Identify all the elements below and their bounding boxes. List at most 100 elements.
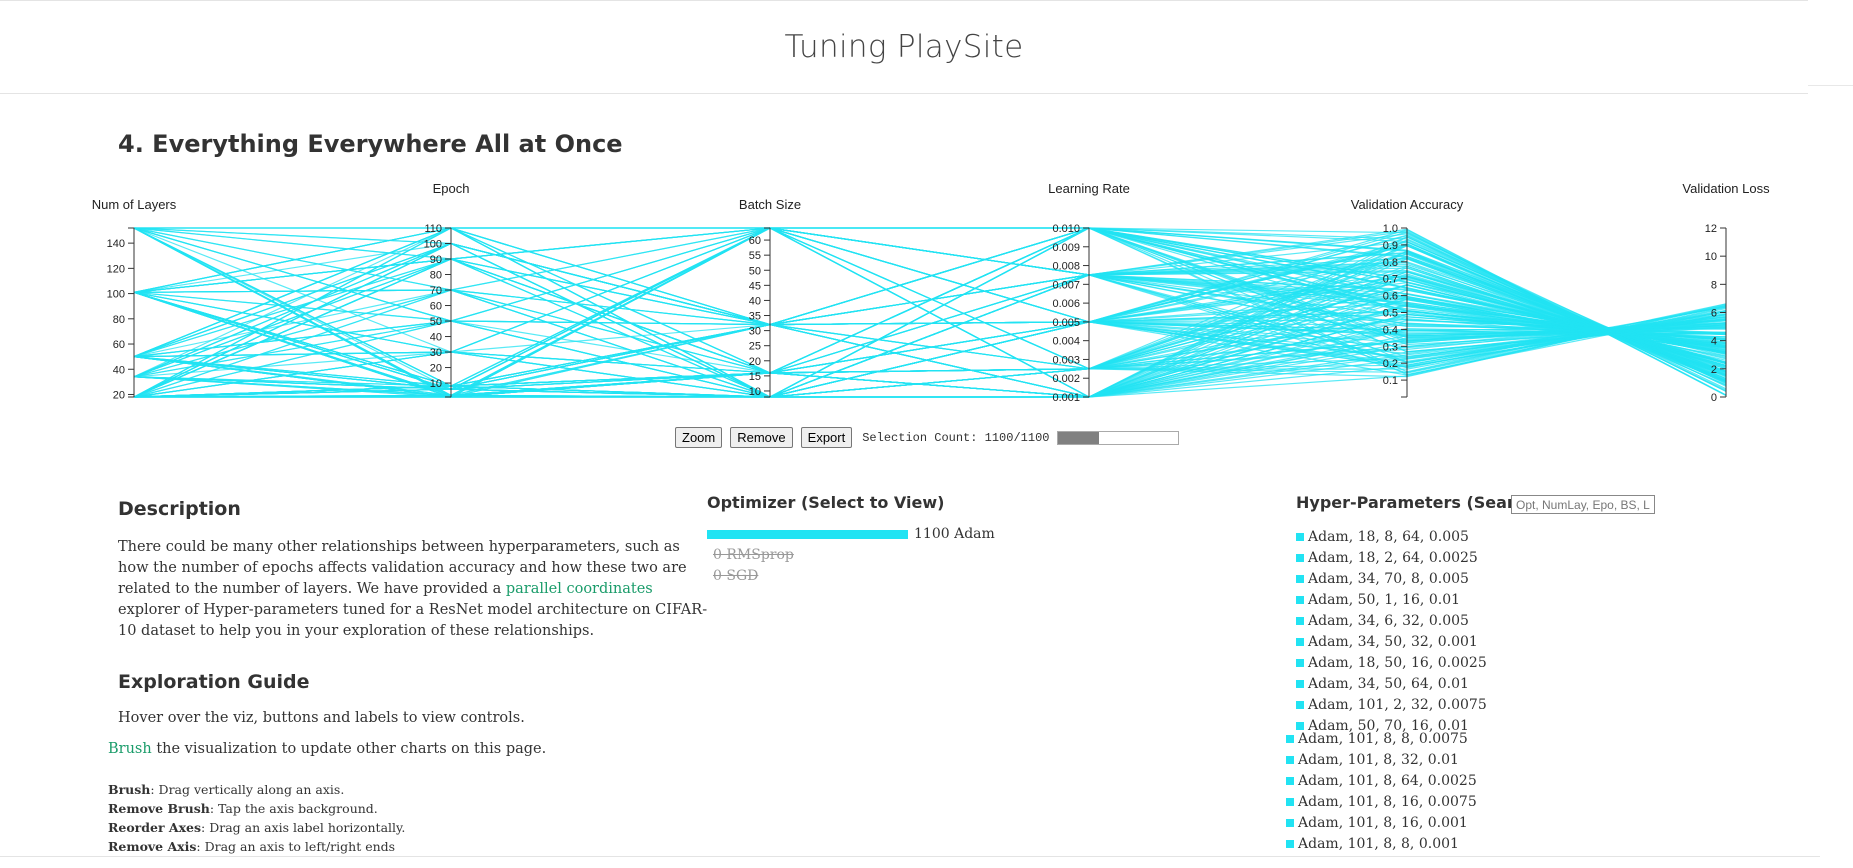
hyperparameter-item[interactable]: Adam, 34, 70, 8, 0.005 <box>1296 568 1487 589</box>
export-button[interactable]: Export <box>800 427 853 448</box>
axis-tick-label: 0.1 <box>1383 375 1398 387</box>
axis-tick-label: 120 <box>107 263 125 275</box>
guide-instructions: Brush: Drag vertically along an axis. Re… <box>108 780 405 856</box>
color-swatch <box>1286 734 1294 743</box>
parallel-coordinates-chart[interactable]: Num of Layers 20 40 60 80 100 120 140 Epoch 10 20 3… <box>0 180 1853 405</box>
color-swatch <box>1296 658 1304 667</box>
axis-tick-label: 2 <box>1711 364 1717 376</box>
chart-controls: Zoom Remove Export Selection Count: 1100… <box>675 427 1180 448</box>
axis-tick-label: 0.3 <box>1383 341 1398 353</box>
axis-tick-label: 55 <box>749 250 761 262</box>
axis-tick-label: 0.5 <box>1383 308 1398 320</box>
axis-title[interactable]: Learning Rate <box>1048 181 1130 196</box>
hyperparameter-item-label: Adam, 34, 50, 32, 0.001 <box>1308 633 1478 650</box>
hyperparameter-item[interactable]: Adam, 101, 8, 8, 0.0075 <box>1286 728 1477 749</box>
hyperparameter-item-label: Adam, 50, 1, 16, 0.01 <box>1308 591 1461 608</box>
brush-link[interactable]: Brush <box>108 741 152 757</box>
axis-tick-label: 0.6 <box>1383 291 1398 303</box>
axis-tick-label: 0.010 <box>1052 223 1080 235</box>
hyperparameter-item[interactable]: Adam, 18, 2, 64, 0.0025 <box>1296 547 1487 568</box>
selection-progress-bar <box>1057 430 1180 445</box>
axis-title[interactable]: Num of Layers <box>92 197 177 212</box>
hyperparameter-item[interactable]: Adam, 101, 8, 64, 0.0025 <box>1286 770 1477 791</box>
color-swatch <box>1296 700 1304 709</box>
hyperparameter-item[interactable]: Adam, 50, 1, 16, 0.01 <box>1296 589 1487 610</box>
axis-tick-label: 10 <box>749 386 761 398</box>
guide-brush-desc: the visualization to update other charts… <box>151 741 547 757</box>
hyperparameter-item[interactable]: Adam, 101, 8, 32, 0.01 <box>1286 749 1477 770</box>
axis-tick-label: 10 <box>1705 251 1717 263</box>
axis-tick-label: 0.002 <box>1052 373 1080 385</box>
guide-brush-text: Brush the visualization to update other … <box>108 741 546 757</box>
axis-tick-label: 0.4 <box>1383 324 1398 336</box>
axis-tick-label: 40 <box>749 295 761 307</box>
selection-progress-fill <box>1058 431 1100 444</box>
hyperparameter-item-label: Adam, 101, 2, 32, 0.0075 <box>1308 696 1487 713</box>
axis-tick-label: 0.005 <box>1052 317 1080 329</box>
header-divider <box>1808 85 1853 86</box>
hyperparameter-item-label: Adam, 18, 8, 64, 0.005 <box>1308 528 1469 545</box>
footer-divider <box>0 856 1820 857</box>
hyperparameter-search-input[interactable] <box>1511 495 1655 514</box>
hyperparameter-item[interactable]: Adam, 34, 6, 32, 0.005 <box>1296 610 1487 631</box>
axis-tick-label: 20 <box>430 363 442 375</box>
axis-tick-label: 60 <box>430 301 442 313</box>
axis-tick-label: 30 <box>749 326 761 338</box>
axis-tick-label: 0.8 <box>1383 257 1398 269</box>
data-lines[interactable] <box>133 227 1727 398</box>
guide-item-brush: Brush: Drag vertically along an axis. <box>108 782 345 797</box>
axis-tick-label: 1.0 <box>1383 223 1398 235</box>
axis-tick-label: 8 <box>1711 279 1717 291</box>
description-title: Description <box>118 498 241 520</box>
axis-tick-label: 15 <box>749 371 761 383</box>
optimizer-item-adam[interactable]: 1100 Adam <box>707 526 995 542</box>
hyperparameter-item[interactable]: Adam, 101, 8, 8, 0.001 <box>1286 833 1477 854</box>
hyperparameters-title: Hyper-Parameters (Search) <box>1296 493 1544 512</box>
hyperparameter-item[interactable]: Adam, 101, 2, 32, 0.0075 <box>1296 694 1487 715</box>
axis-tick-label: 50 <box>430 316 442 328</box>
axis-title[interactable]: Batch Size <box>739 197 801 212</box>
zoom-button[interactable]: Zoom <box>675 427 723 448</box>
axis-tick-label: 30 <box>430 347 442 359</box>
hyperparameter-list: Adam, 18, 8, 64, 0.005 Adam, 18, 2, 64, 0… <box>1296 526 1487 736</box>
color-swatch <box>1296 637 1304 646</box>
hyperparameter-item[interactable]: Adam, 18, 8, 64, 0.005 <box>1296 526 1487 547</box>
axis-tick-label: 140 <box>107 238 125 250</box>
optimizer-item-sgd[interactable]: 0 SGD <box>707 568 758 584</box>
axis-tick-label: 0.007 <box>1052 279 1080 291</box>
hyperparameter-item[interactable]: Adam, 101, 8, 16, 0.001 <box>1286 812 1477 833</box>
color-swatch <box>1296 679 1304 688</box>
hyperparameter-item-label: Adam, 101, 8, 64, 0.0025 <box>1298 772 1477 789</box>
guide-item-reorder-axes: Reorder Axes: Drag an axis label horizon… <box>108 820 406 835</box>
axis-tick-label: 100 <box>107 289 125 301</box>
axis-title[interactable]: Epoch <box>433 181 470 196</box>
axis-title[interactable]: Validation Loss <box>1682 181 1770 196</box>
remove-button[interactable]: Remove <box>730 427 793 448</box>
optimizer-title: Optimizer (Select to View) <box>707 493 945 512</box>
axis-tick-label: 0.006 <box>1052 298 1080 310</box>
color-swatch <box>1296 574 1304 583</box>
hyperparameter-item-label: Adam, 101, 8, 8, 0.0075 <box>1298 730 1468 747</box>
parallel-coordinates-link[interactable]: parallel coordinates <box>506 581 653 597</box>
axis-tick-label: 6 <box>1711 308 1717 320</box>
axis-tick-label: 50 <box>749 265 761 277</box>
axis-tick-label: 60 <box>749 235 761 247</box>
axis-tick-label: 0.001 <box>1052 392 1080 404</box>
hyperparameter-item-label: Adam, 18, 50, 16, 0.0025 <box>1308 654 1487 671</box>
axis[interactable]: Learning Rate 0.001 0.002 0.003 0.004 0.005 0.… <box>1048 181 1130 404</box>
hyperparameter-item[interactable]: Adam, 18, 50, 16, 0.0025 <box>1296 652 1487 673</box>
color-swatch <box>1296 553 1304 562</box>
axis-tick-label: 25 <box>749 341 761 353</box>
axis-tick-label: 20 <box>113 389 125 401</box>
color-swatch <box>1286 839 1294 848</box>
axis[interactable]: Validation Loss 0 2 4 6 8 10 12 <box>1682 181 1770 404</box>
optimizer-item-rmsprop[interactable]: 0 RMSprop <box>707 547 794 563</box>
axis-tick-label: 80 <box>430 270 442 282</box>
hyperparameter-item[interactable]: Adam, 34, 50, 32, 0.001 <box>1296 631 1487 652</box>
hyperparameter-item-label: Adam, 101, 8, 16, 0.0075 <box>1298 793 1477 810</box>
hyperparameter-item[interactable]: Adam, 101, 8, 16, 0.0075 <box>1286 791 1477 812</box>
axis-tick-label: 4 <box>1711 336 1717 348</box>
axis-title[interactable]: Validation Accuracy <box>1351 197 1464 212</box>
axis-tick-label: 35 <box>749 311 761 323</box>
hyperparameter-item[interactable]: Adam, 34, 50, 64, 0.01 <box>1296 673 1487 694</box>
